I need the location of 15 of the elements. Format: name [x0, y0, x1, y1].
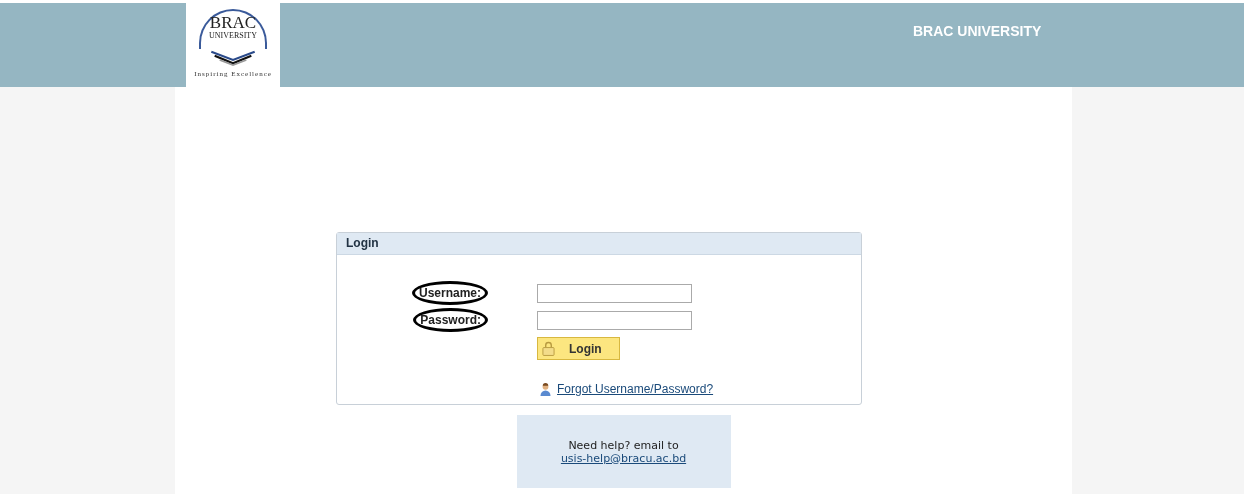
email-link[interactable]: usis-help@bracu.ac.bd [560, 451, 687, 465]
input-field[interactable] [537, 310, 692, 330]
site-title: BRAC UNIVERSITY [913, 23, 1042, 39]
login-button[interactable]: Login [537, 337, 620, 360]
forgot-link[interactable]: Forgot Username/Password? [557, 382, 714, 396]
lock-icon [542, 341, 555, 356]
field-label: Username: [411, 281, 488, 305]
book-icon [208, 49, 258, 66]
panel-title: Login [337, 233, 861, 255]
input-field[interactable] [537, 283, 692, 303]
field-label: Password: [413, 308, 488, 332]
help-text: Need help? email to [568, 438, 679, 452]
person-icon [540, 382, 551, 396]
logo-text: BRAC [209, 14, 257, 31]
logo-text: UNIVERSITY [209, 31, 257, 41]
